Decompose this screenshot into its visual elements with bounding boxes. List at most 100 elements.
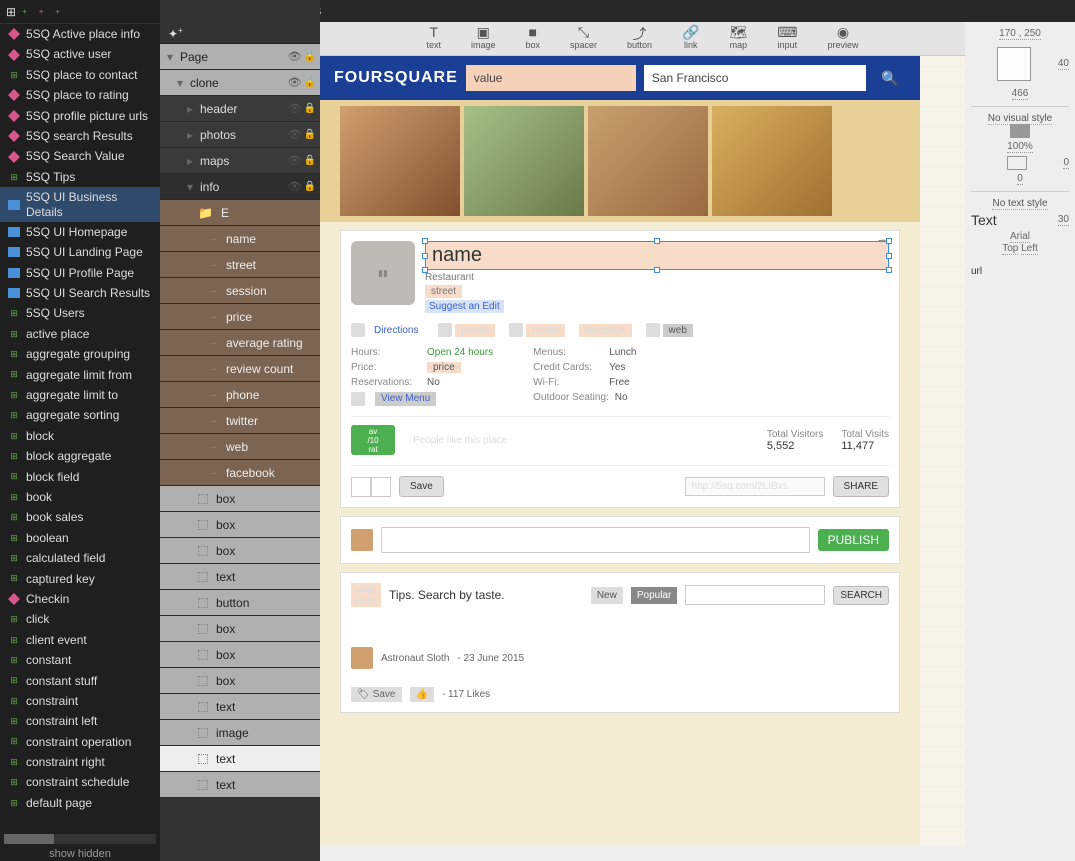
outline-row[interactable]: ▸header👁🔒 <box>160 96 320 122</box>
phone-field[interactable]: phone <box>455 324 495 337</box>
valign-value[interactable]: Top <box>1002 243 1018 255</box>
tool-text[interactable]: Ttext <box>426 24 441 55</box>
outline-row[interactable]: ▾info👁🔒 <box>160 174 320 200</box>
tool-box[interactable]: ■box <box>526 24 541 55</box>
outline-row[interactable]: ▾clone👁🔒 <box>160 70 320 96</box>
tree-item[interactable]: 5SQ place to rating <box>0 85 160 105</box>
tool-spacer[interactable]: ⤡spacer <box>570 24 597 55</box>
add-icon[interactable]: ⊞ <box>6 5 16 19</box>
halign-value[interactable]: Left <box>1021 243 1038 255</box>
suggest-edit-link[interactable]: Suggest an Edit <box>425 300 504 313</box>
outline-row[interactable]: →name <box>160 226 320 252</box>
tips-new-tab[interactable]: New <box>591 587 623 604</box>
tree-item[interactable]: 5SQ UI Search Results <box>0 283 160 303</box>
photo-3[interactable] <box>588 106 708 216</box>
lock-icon[interactable]: 🔒 <box>304 51 316 62</box>
tree-item[interactable]: ⊞calculated field <box>0 548 160 568</box>
width-value[interactable]: 466 <box>1012 88 1029 100</box>
border-width[interactable]: 0 <box>1063 157 1069 169</box>
tool-image[interactable]: ▣image <box>471 24 496 55</box>
outline-row[interactable]: text <box>160 564 320 590</box>
outline-row[interactable]: ▾Page👁🔒 <box>160 44 320 70</box>
selected-name-field[interactable]: name <box>425 241 889 270</box>
tool-preview[interactable]: ◉preview <box>828 24 859 55</box>
share-url[interactable]: http://5sq.com/2LtBxs <box>685 477 825 496</box>
outline-row[interactable]: →review count <box>160 356 320 382</box>
eye-icon[interactable]: 👁 <box>288 102 302 115</box>
tree-item[interactable]: ⊞captured key <box>0 569 160 589</box>
tree-item[interactable]: ⊞constraint left <box>0 711 160 731</box>
tree-item[interactable]: ⊞5SQ place to contact <box>0 65 160 85</box>
outline-row[interactable]: ▸photos👁🔒 <box>160 122 320 148</box>
outline-row[interactable]: image <box>160 720 320 746</box>
search-button[interactable]: 🔍 <box>874 66 906 90</box>
tree-item[interactable]: ⊞constant stuff <box>0 671 160 691</box>
like-dislike-buttons[interactable] <box>351 477 391 497</box>
tree-item[interactable]: ⊞block field <box>0 467 160 487</box>
radius-value[interactable]: 0 <box>1017 173 1023 185</box>
tips-popular-tab[interactable]: Popular <box>631 587 677 604</box>
outline-row[interactable]: ▸maps👁🔒 <box>160 148 320 174</box>
outline-row[interactable]: →session <box>160 278 320 304</box>
photo-2[interactable] <box>464 106 584 216</box>
lock-icon[interactable]: 🔒 <box>304 181 316 192</box>
border-swatch[interactable] <box>1007 156 1027 170</box>
tree-item[interactable]: ⊞aggregate limit to <box>0 385 160 405</box>
search-location-input[interactable] <box>644 65 866 91</box>
save-button[interactable]: Save <box>399 476 444 497</box>
twitter-field[interactable]: twitter <box>526 324 565 337</box>
notext-label[interactable]: No text style <box>992 198 1047 210</box>
tree-item[interactable]: ⊞boolean <box>0 528 160 548</box>
tree-item[interactable]: ⊞block <box>0 426 160 446</box>
tree-item[interactable]: 5SQ search Results <box>0 126 160 146</box>
lock-icon[interactable]: 🔒 <box>304 155 316 166</box>
outline-row[interactable]: text <box>160 772 320 798</box>
tool-button[interactable]: ⤴button <box>627 24 652 55</box>
review-count-field[interactable]: revie count <box>351 583 381 607</box>
lock-icon[interactable]: 🔒 <box>304 103 316 114</box>
tree-item[interactable]: 5SQ Search Value <box>0 146 160 166</box>
tree-item[interactable]: ⊞aggregate grouping <box>0 344 160 364</box>
h-scrollbar[interactable] <box>4 834 156 844</box>
outline-row[interactable]: →web <box>160 434 320 460</box>
share-button[interactable]: SHARE <box>833 476 889 497</box>
tree-item[interactable]: 5SQ UI Business Details <box>0 187 160 222</box>
tree-item[interactable]: ⊞5SQ Tips <box>0 167 160 187</box>
tree-item[interactable]: ⊞click <box>0 609 160 629</box>
tree-item[interactable]: ⊞constraint schedule <box>0 772 160 792</box>
tool-map[interactable]: 🗺map <box>730 24 748 55</box>
tree-item[interactable]: ⊞book <box>0 487 160 507</box>
tree-item[interactable]: ⊞5SQ Users <box>0 303 160 323</box>
eye-icon[interactable]: 👁 <box>288 180 302 193</box>
tree-item[interactable]: ⊞book sales <box>0 507 160 527</box>
view-menu-link[interactable]: View Menu <box>375 392 436 406</box>
tree-item[interactable]: 5SQ UI Homepage <box>0 222 160 242</box>
outline-row[interactable]: box <box>160 616 320 642</box>
eye-icon[interactable]: 👁 <box>288 76 302 89</box>
tree-item[interactable]: ⊞default page <box>0 793 160 813</box>
tree-item[interactable]: ⊞constraint right <box>0 752 160 772</box>
outline-row[interactable]: →average rating <box>160 330 320 356</box>
tips-search-input[interactable] <box>685 585 825 605</box>
outline-row[interactable]: text <box>160 746 320 772</box>
directions-link[interactable]: Directions <box>368 324 424 337</box>
eye-icon[interactable]: 👁 <box>288 128 302 141</box>
outline-row[interactable]: 📁E <box>160 200 320 226</box>
canvas-stage[interactable]: FOURSQUARE 🔍 🗑 ▮▮ name <box>320 56 965 846</box>
tree-item[interactable]: 5SQ active user <box>0 44 160 64</box>
photo-1[interactable] <box>340 106 460 216</box>
web-field[interactable]: web <box>663 324 693 337</box>
publish-input[interactable] <box>381 527 810 553</box>
outline-row[interactable]: →price <box>160 304 320 330</box>
tree-item[interactable]: 5SQ Active place info <box>0 24 160 44</box>
outline-row[interactable]: box <box>160 668 320 694</box>
position-value[interactable]: 170 , 250 <box>999 28 1041 40</box>
tree-item[interactable]: ⊞aggregate limit from <box>0 365 160 385</box>
outline-row[interactable]: →twitter <box>160 408 320 434</box>
price-value[interactable]: price <box>427 362 461 373</box>
tree-item[interactable]: ⊞active place <box>0 324 160 344</box>
project-tree[interactable]: 5SQ Active place info5SQ active user⊞5SQ… <box>0 24 160 834</box>
street-field[interactable]: street <box>425 285 462 298</box>
lock-icon[interactable]: 🔒 <box>304 77 316 88</box>
tip-like-button[interactable]: 👍 <box>410 687 434 702</box>
